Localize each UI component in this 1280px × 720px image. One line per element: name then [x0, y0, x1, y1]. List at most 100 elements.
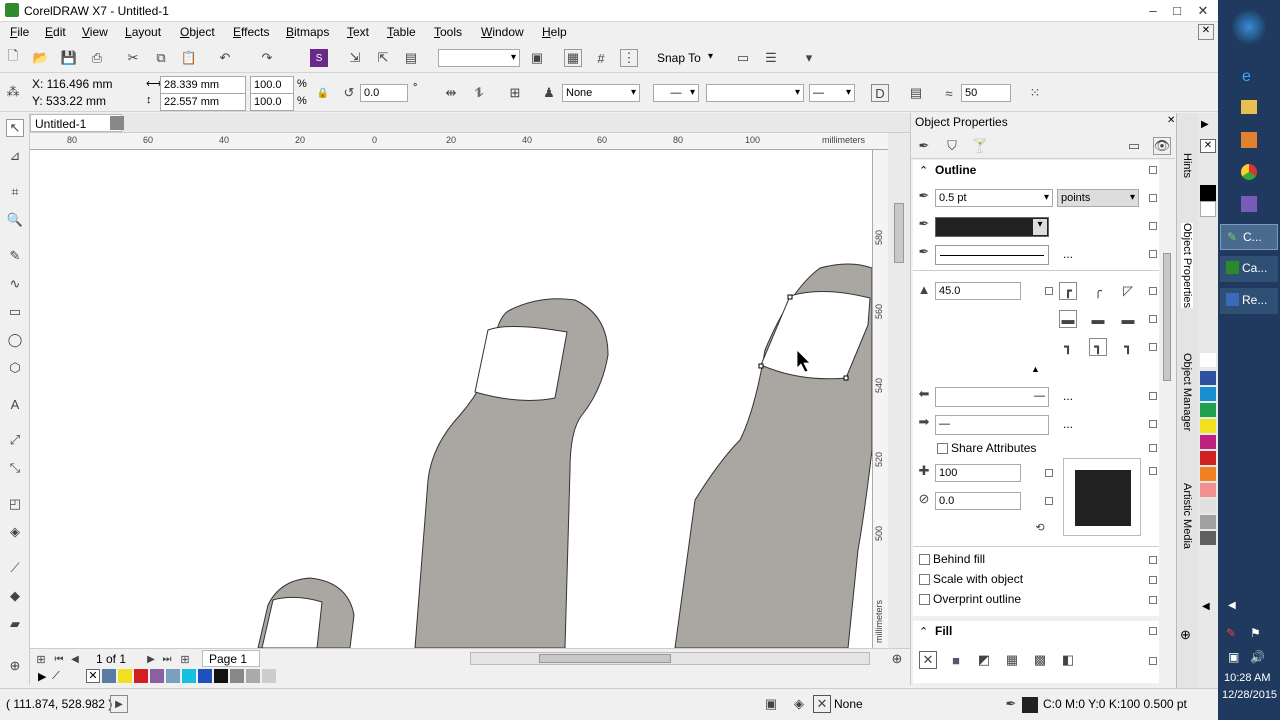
bitmap-pattern-fill-icon[interactable]: ▩	[1031, 651, 1049, 669]
menu-help[interactable]: Help	[542, 25, 567, 39]
redo-icon[interactable]: ↷	[258, 49, 276, 67]
overprint-outline-checkbox[interactable]	[919, 594, 930, 605]
snap-to-button[interactable]: Snap To	[657, 51, 701, 65]
more-options[interactable]: ...	[1063, 389, 1073, 403]
interactive-fill-tool-icon[interactable]: ◆	[6, 587, 24, 605]
section-menu[interactable]	[1149, 596, 1157, 604]
palette-scroll-icon[interactable]: ◀	[1202, 601, 1210, 612]
lock-ratio-icon[interactable]: 🔒	[314, 84, 332, 102]
no-fill-icon[interactable]: ✕	[919, 651, 937, 669]
section-menu[interactable]	[1149, 392, 1157, 400]
section-menu[interactable]	[1149, 657, 1157, 665]
fountain-fill-icon[interactable]: ◩	[975, 651, 993, 669]
calligraphy-stretch-field[interactable]: 100	[935, 464, 1021, 482]
transparency-tool-icon[interactable]: ◈	[6, 523, 24, 541]
tab-options-icon[interactable]	[110, 116, 124, 130]
bevel-corner-icon[interactable]: ◸	[1119, 282, 1137, 300]
color-swatch[interactable]	[1200, 353, 1216, 367]
new-icon[interactable]: 🗋	[4, 48, 22, 67]
docker-scrollbar[interactable]	[1163, 253, 1171, 381]
color-swatch[interactable]	[182, 669, 196, 683]
menu-effects[interactable]: Effects	[233, 25, 269, 39]
section-menu[interactable]	[1149, 420, 1157, 428]
color-swatch[interactable]	[150, 669, 164, 683]
x-position[interactable]: X: 116.496 mm	[32, 77, 112, 91]
show-grid-icon[interactable]: #	[592, 49, 610, 67]
horizontal-scroll-thumb[interactable]	[539, 654, 671, 663]
cut-icon[interactable]: ✂	[124, 49, 142, 67]
more-options[interactable]: ...	[1063, 247, 1073, 261]
tab-artistic-media[interactable]: Artistic Media	[1181, 483, 1193, 549]
round-corner-icon[interactable]: ╭	[1089, 282, 1107, 300]
minimize-button[interactable]: –	[1142, 2, 1164, 20]
copy-icon[interactable]: ⧉	[152, 49, 170, 67]
page-tab[interactable]: Page 1	[202, 650, 260, 667]
color-swatch[interactable]	[1200, 451, 1216, 465]
import-icon[interactable]: ⇲	[346, 49, 364, 67]
close-button[interactable]: ✕	[1192, 2, 1214, 20]
transparency-icon[interactable]: 🍸	[971, 137, 989, 155]
media-player-icon[interactable]	[1241, 132, 1257, 148]
curve-smoothness-field[interactable]: 50	[961, 84, 1011, 102]
miter-corner-icon[interactable]: ┏	[1059, 282, 1077, 300]
outside-position-icon[interactable]: ┓	[1059, 338, 1077, 356]
rotation-angle-field[interactable]: 0.0	[360, 84, 408, 102]
drop-shadow-tool-icon[interactable]: ◰	[6, 495, 24, 513]
add-page-icon[interactable]: ⊞	[32, 650, 50, 668]
color-swatch[interactable]	[1200, 387, 1216, 401]
eyedropper-icon[interactable]: ⟋	[52, 670, 60, 683]
tray-app-icon[interactable]: ✎	[1226, 626, 1236, 640]
status-play-icon[interactable]: ▶	[110, 695, 128, 713]
vertical-scroll-thumb[interactable]	[894, 203, 904, 263]
color-swatch[interactable]	[1200, 531, 1216, 545]
search-content-icon[interactable]: S	[310, 49, 328, 67]
menu-tools[interactable]: Tools	[434, 25, 462, 39]
clock-date[interactable]: 12/28/2015	[1222, 689, 1277, 701]
color-swatch[interactable]	[1200, 499, 1216, 513]
square-cap-icon[interactable]: ▬	[1119, 310, 1137, 328]
pick-tool-icon[interactable]: ↖	[6, 119, 24, 137]
rectangle-tool-icon[interactable]: ▭	[6, 303, 24, 321]
text-tool-icon[interactable]: A	[6, 395, 24, 413]
section-menu[interactable]	[1149, 576, 1157, 584]
section-menu[interactable]	[1149, 194, 1157, 202]
object-width-field[interactable]: 28.339 mm	[160, 76, 246, 94]
color-swatch[interactable]	[198, 669, 212, 683]
more-options[interactable]: ...	[1063, 417, 1073, 431]
inside-position-icon[interactable]: ┓	[1119, 338, 1137, 356]
show-rulers-icon[interactable]: ▦	[564, 49, 582, 67]
launcher-icon[interactable]: ▾	[800, 49, 818, 67]
color-swatch[interactable]	[1200, 435, 1216, 449]
outline-pen-icon[interactable]: ✒	[915, 137, 933, 155]
frames-icon[interactable]: ▭	[1125, 137, 1143, 155]
color-swatch[interactable]	[214, 669, 228, 683]
save-icon[interactable]: 💾	[60, 49, 78, 67]
end-arrowhead-select[interactable]: —	[809, 84, 855, 102]
color-swatch[interactable]	[262, 669, 276, 683]
behind-fill-checkbox[interactable]	[919, 554, 930, 565]
tab-object-properties[interactable]: Object Properties	[1181, 223, 1193, 308]
nib-shape-preview[interactable]	[1063, 458, 1141, 536]
color-swatch[interactable]	[246, 669, 260, 683]
zoom-level-select[interactable]	[438, 49, 520, 67]
close-curve-icon[interactable]: D	[871, 84, 889, 102]
horizontal-scrollbar[interactable]	[470, 652, 870, 665]
section-menu[interactable]	[1045, 469, 1053, 477]
miter-limit-field[interactable]: 45.0	[935, 282, 1021, 300]
scale-x-field[interactable]: 100.0	[250, 76, 294, 94]
taskbar-item[interactable]: ✎ C...	[1220, 224, 1278, 250]
color-swatch[interactable]	[1200, 419, 1216, 433]
no-color-swatch[interactable]: ✕	[1200, 139, 1216, 153]
selection-node[interactable]	[787, 294, 793, 300]
share-attributes-checkbox[interactable]	[937, 443, 948, 454]
menu-object[interactable]: Object	[180, 25, 215, 39]
color-swatch[interactable]	[118, 669, 132, 683]
shape-tool-icon[interactable]: ⊿	[6, 147, 24, 165]
ellipse-tool-icon[interactable]: ◯	[6, 331, 24, 349]
section-menu[interactable]	[1045, 497, 1053, 505]
section-menu[interactable]	[1149, 444, 1157, 452]
palette-arrow-icon[interactable]: ▶	[1201, 119, 1209, 130]
section-menu[interactable]	[1149, 166, 1157, 174]
color-swatch[interactable]	[1200, 483, 1216, 497]
taskbar-item[interactable]: Ca...	[1220, 256, 1278, 282]
